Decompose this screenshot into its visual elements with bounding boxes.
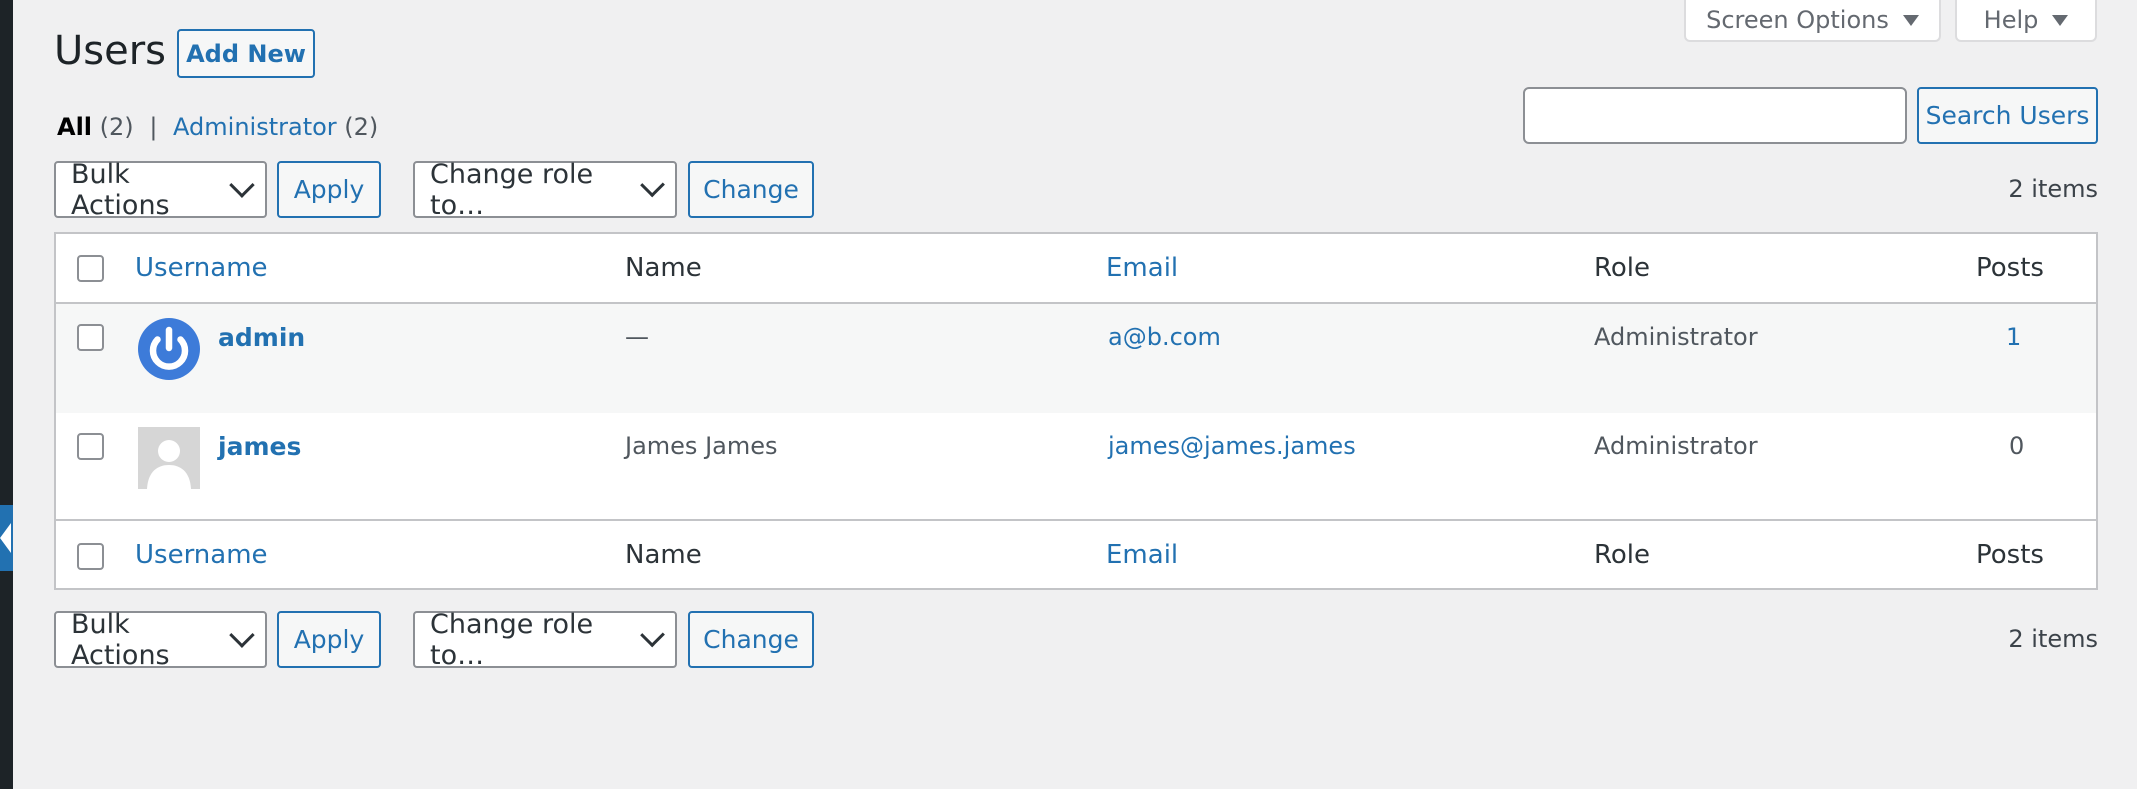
row-checkbox[interactable] [77,433,104,460]
column-username[interactable]: Username [135,253,268,283]
column-email-footer[interactable]: Email [1106,540,1178,570]
name-cell: James James [625,432,778,460]
table-row: james James James james@james.james Admi… [56,413,2096,521]
collapse-arrow-icon[interactable] [0,523,11,553]
items-count-top: 2 items [2008,175,2098,203]
column-email[interactable]: Email [1106,253,1178,283]
change-role-button-bottom[interactable]: Change [688,611,814,668]
email-link[interactable]: a@b.com [1108,323,1221,351]
search-users-input[interactable] [1523,87,1907,144]
table-row: admin — a@b.com Administrator 1 [56,304,2096,413]
view-administrator-link[interactable]: Administrator [173,113,337,141]
view-all-count: (2) [99,113,134,141]
table-header-row: Username Name Email Role Posts [56,234,2096,304]
change-role-label: Change role to… [430,158,594,221]
chevron-down-icon [229,621,255,648]
bulk-actions-select-bottom[interactable]: Bulk Actions [54,608,267,671]
change-role-button-top[interactable]: Change [688,161,814,218]
apply-button-bottom[interactable]: Apply [277,611,381,668]
bulk-actions-label: Bulk Actions [71,158,170,221]
role-cell: Administrator [1594,432,1758,460]
username-link[interactable]: admin [218,323,305,352]
screen-options-label: Screen Options [1706,6,1889,34]
select-all-checkbox-bottom[interactable] [77,543,104,570]
row-checkbox[interactable] [77,324,104,351]
column-name: Name [625,253,702,283]
screen-options-button[interactable]: Screen Options [1684,0,1941,42]
column-role-footer: Role [1594,540,1651,570]
change-role-select-top[interactable]: Change role to… [413,158,677,221]
power-icon [138,318,200,380]
view-administrator-count: (2) [344,113,379,141]
email-link[interactable]: james@james.james [1108,432,1356,460]
admin-menu-edge [0,0,13,789]
user-role-filter: All (2) | Administrator (2) [57,113,378,141]
help-button[interactable]: Help [1955,0,2097,42]
posts-link[interactable]: 1 [2006,323,2021,351]
page-title: Users [54,28,167,74]
chevron-down-icon [229,171,255,198]
bulk-actions-label: Bulk Actions [71,608,170,671]
column-posts: Posts [1976,253,2044,283]
apply-button-top[interactable]: Apply [277,161,381,218]
help-label: Help [1983,6,2039,34]
items-count-bottom: 2 items [2008,625,2098,653]
column-name-footer: Name [625,540,702,570]
column-username-footer[interactable]: Username [135,540,268,570]
table-footer-row: Username Name Email Role Posts [56,523,2096,588]
triangle-down-icon [2052,14,2069,26]
bulk-actions-select-top[interactable]: Bulk Actions [54,158,267,221]
users-table: Username Name Email Role Posts admin — a… [54,232,2098,590]
change-role-label: Change role to… [430,608,594,671]
view-all-link[interactable]: All [57,113,92,141]
view-separator: | [149,113,158,141]
add-new-button[interactable]: Add New [177,29,315,78]
posts-count: 0 [2009,432,2025,460]
role-cell: Administrator [1594,323,1758,351]
change-role-select-bottom[interactable]: Change role to… [413,608,677,671]
select-all-checkbox[interactable] [77,255,104,282]
mystery-person-avatar [138,427,200,489]
column-posts-footer: Posts [1976,540,2044,570]
name-cell: — [625,323,649,351]
triangle-down-icon [1902,14,1919,26]
username-link[interactable]: james [218,432,301,461]
search-users-button[interactable]: Search Users [1917,87,2098,144]
column-role: Role [1594,253,1651,283]
